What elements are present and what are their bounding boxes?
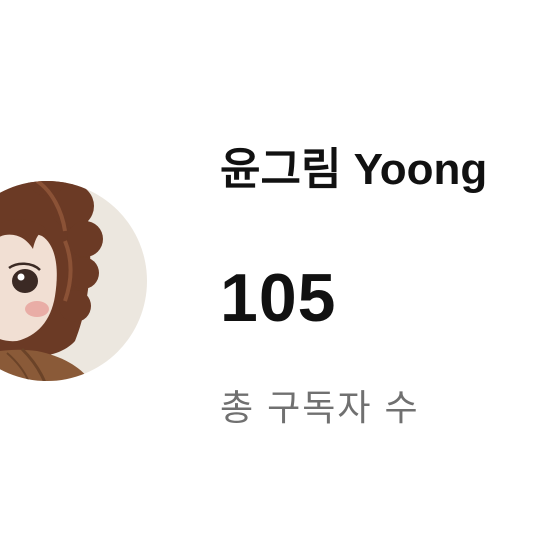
- avatar[interactable]: [0, 121, 147, 441]
- profile-card: 윤그림 Yoong 105 총 구독자 수: [0, 0, 560, 560]
- subscriber-label: 총 구독자 수: [220, 387, 420, 428]
- subscriber-count: 105: [220, 260, 337, 336]
- avatar-illustration: [0, 181, 147, 381]
- channel-name[interactable]: 윤그림 Yoong: [220, 140, 487, 200]
- channel-info: 윤그림 Yoong 105 총 구독자 수: [220, 0, 560, 560]
